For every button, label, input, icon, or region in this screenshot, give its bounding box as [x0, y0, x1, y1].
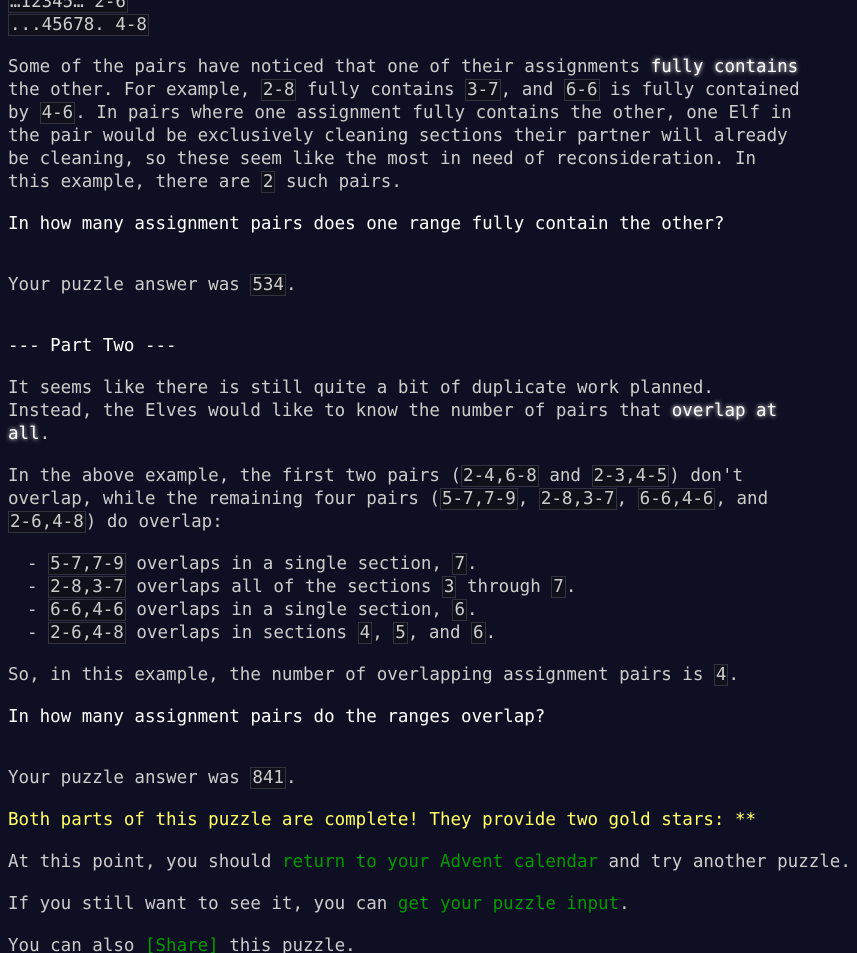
example-input-cut: …12345… 2-6: [8, 0, 128, 13]
text: overlaps all of the sections: [125, 577, 442, 597]
emphasis-all: all: [8, 424, 40, 444]
emphasis-overlap: overlap at: [671, 401, 778, 421]
code-pair: 6-6,4-6: [48, 599, 126, 621]
share-line: You can also [Share] this puzzle.: [8, 935, 857, 953]
list-item: 2-6,4-8 overlaps in sections 4, 5, and 6…: [27, 622, 857, 645]
text: .: [485, 623, 497, 643]
text: Some of the pairs have noticed that one …: [8, 57, 651, 77]
text: .: [39, 424, 51, 444]
code-value: 3: [441, 576, 457, 598]
text: and: [538, 466, 592, 486]
text: .: [467, 600, 478, 620]
example-input-last: ...45678. 4-8: [8, 14, 149, 36]
part1-answer-value: 534: [250, 274, 286, 296]
text: So, in this example, the number of overl…: [8, 665, 714, 685]
text: If you still want to see it, you can: [8, 894, 398, 914]
code-value: 7: [452, 553, 468, 575]
code-count: 2: [260, 171, 276, 193]
code-pair: 5-7,7-9: [439, 488, 518, 510]
text: is fully contained: [599, 80, 800, 100]
text: .: [285, 768, 297, 788]
text: You can also: [8, 936, 145, 953]
text: the other. For example,: [8, 80, 261, 100]
completion-message: Both parts of this puzzle are complete! …: [8, 810, 757, 830]
text: by: [8, 103, 40, 123]
text: overlap, while the remaining four pairs …: [8, 489, 440, 509]
code-pair: 2-3,4-5: [591, 465, 670, 487]
text: ,: [517, 489, 539, 509]
calendar-line: At this point, you should return to your…: [8, 851, 857, 874]
part1-question: In how many assignment pairs does one ra…: [8, 214, 725, 234]
list-item: 5-7,7-9 overlaps in a single section, 7.: [27, 553, 857, 576]
code-pair: 2-4,6-8: [461, 465, 539, 487]
code-value: 5: [393, 622, 408, 644]
text: .: [728, 665, 739, 685]
code-6-6: 6-6: [563, 79, 600, 101]
text: through: [456, 577, 552, 597]
code-value: 4: [357, 622, 373, 644]
part2-intro: It seems like there is still quite a bit…: [8, 377, 857, 446]
part2-answer-value: 841: [250, 767, 286, 789]
text: and try another puzzle.: [598, 852, 851, 872]
part2-question: In how many assignment pairs do the rang…: [8, 707, 546, 727]
text: ) don't: [669, 466, 744, 486]
code-2-8: 2-8: [260, 79, 297, 101]
text: the pair would be exclusively cleaning s…: [8, 126, 788, 146]
text: overlaps in a single section,: [125, 554, 453, 574]
text: overlaps in a single section,: [125, 600, 453, 620]
text: , and: [715, 489, 769, 509]
puzzle-input-link[interactable]: get your puzzle input: [398, 894, 619, 914]
text: ,: [372, 623, 394, 643]
list-item: 2-8,3-7 overlaps all of the sections 3 t…: [27, 576, 857, 599]
text: , and: [500, 80, 564, 100]
code-pair: 2-6,4-8: [8, 511, 86, 533]
part1-answer: Your puzzle answer was 534.: [8, 274, 857, 297]
text: In the above example, the first two pair…: [8, 466, 462, 486]
text: . In pairs where one assignment fully co…: [75, 103, 792, 123]
text: , and: [407, 623, 472, 643]
code-pair: 2-8,3-7: [538, 488, 617, 510]
code-4-6: 4-6: [39, 102, 76, 124]
text: this example, there are: [8, 172, 261, 192]
code-value: 6: [452, 599, 468, 621]
text: .: [467, 554, 478, 574]
text: At this point, you should: [8, 852, 282, 872]
text: Instead, the Elves would like to know th…: [8, 401, 672, 421]
example-input-block: …12345… 2-6: [8, 0, 857, 14]
text: this puzzle.: [218, 936, 356, 953]
part2-heading: --- Part Two ---: [8, 336, 177, 356]
part2-summary: So, in this example, the number of overl…: [8, 664, 857, 687]
text: .: [619, 894, 630, 914]
code-pair: 6-6,4-6: [637, 488, 716, 510]
text: Your puzzle answer was: [8, 275, 251, 295]
text: fully contains: [296, 80, 466, 100]
part2-example: In the above example, the first two pair…: [8, 465, 857, 534]
text: overlaps in sections: [125, 623, 358, 643]
code-pair: 5-7,7-9: [48, 553, 126, 575]
code-value: 6: [471, 622, 486, 644]
code-pair: 2-6,4-8: [48, 622, 126, 644]
overlap-list: 5-7,7-9 overlaps in a single section, 7.…: [8, 553, 857, 645]
text: be cleaning, so these seem like the most…: [8, 149, 757, 169]
emphasis-fully-contains: fully contains: [650, 57, 799, 77]
list-item: 6-6,4-6 overlaps in a single section, 6.: [27, 599, 857, 622]
share-link[interactable]: [Share]: [145, 936, 219, 953]
puzzle-article: …12345… 2-6 ...45678. 4-8 Some of the pa…: [8, 0, 857, 953]
text: ) do overlap:: [85, 512, 223, 532]
text: Your puzzle answer was: [8, 768, 251, 788]
summary-value: 4: [713, 664, 729, 686]
code-value: 7: [551, 576, 566, 598]
advent-calendar-link[interactable]: return to your Advent calendar: [282, 852, 598, 872]
text: ,: [616, 489, 638, 509]
part2-answer: Your puzzle answer was 841.: [8, 767, 857, 790]
input-line: If you still want to see it, you can get…: [8, 893, 857, 916]
code-pair: 2-8,3-7: [48, 576, 126, 598]
text: such pairs.: [275, 172, 402, 192]
text: .: [565, 577, 577, 597]
text: It seems like there is still quite a bit…: [8, 378, 714, 398]
part1-explanation: Some of the pairs have noticed that one …: [8, 56, 857, 194]
text: .: [285, 275, 297, 295]
code-3-7: 3-7: [465, 79, 501, 101]
example-input-line: ...45678. 4-8: [8, 14, 857, 37]
